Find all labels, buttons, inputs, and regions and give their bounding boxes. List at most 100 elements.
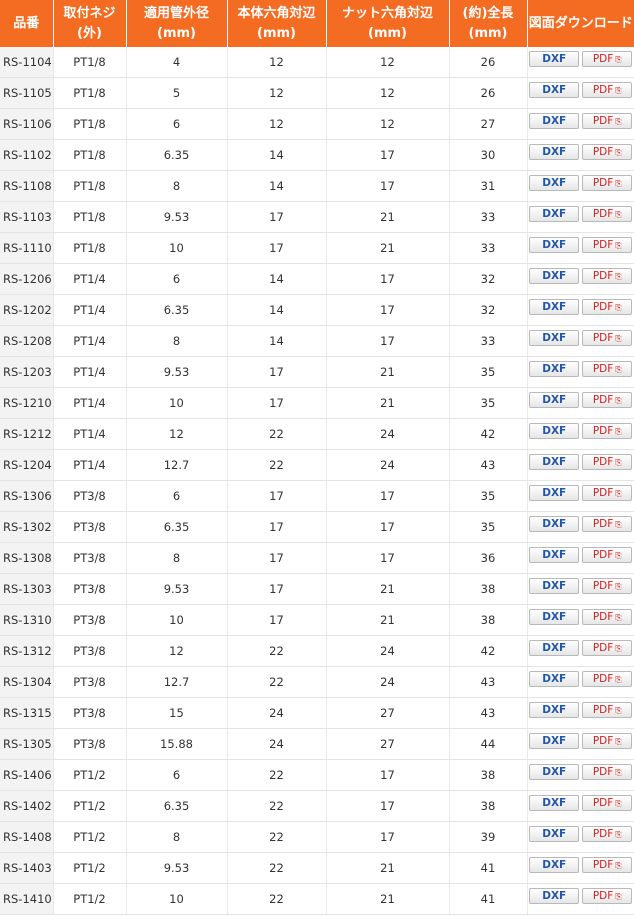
dxf-download-button[interactable]: DXF — [529, 578, 580, 594]
dxf-download-button[interactable]: DXF — [529, 826, 580, 842]
pdf-download-button[interactable]: PDF ⎘ — [582, 206, 633, 222]
tube-od-cell: 9.53 — [126, 852, 228, 884]
download-cell: DXF PDF ⎘ — [527, 883, 634, 915]
dxf-download-button[interactable]: DXF — [529, 330, 580, 346]
tube-od-cell: 6.35 — [126, 790, 228, 822]
pdf-download-button[interactable]: PDF ⎘ — [582, 671, 633, 687]
pdf-download-button[interactable]: PDF ⎘ — [582, 330, 633, 346]
pdf-download-button[interactable]: PDF ⎘ — [582, 857, 633, 873]
pdf-download-button[interactable]: PDF ⎘ — [582, 733, 633, 749]
download-cell: DXF PDF ⎘ — [527, 728, 634, 760]
length-cell: 31 — [449, 170, 528, 202]
length-cell: 42 — [449, 418, 528, 450]
pdf-file-icon: ⎘ — [615, 55, 622, 64]
part-number-cell: RS-1106 — [0, 108, 54, 140]
length-cell: 36 — [449, 542, 528, 574]
pdf-download-button[interactable]: PDF ⎘ — [582, 392, 633, 408]
download-cell: DXF PDF ⎘ — [527, 47, 634, 78]
pdf-download-button[interactable]: PDF ⎘ — [582, 826, 633, 842]
dxf-download-button[interactable]: DXF — [529, 857, 580, 873]
pdf-download-button[interactable]: PDF ⎘ — [582, 795, 633, 811]
dxf-download-button[interactable]: DXF — [529, 82, 580, 98]
body-hex-cell: 17 — [227, 201, 327, 233]
table-row: RS-1408 PT1/2 8 22 17 39 DXF PDF ⎘ — [0, 821, 634, 853]
dxf-download-button[interactable]: DXF — [529, 764, 580, 780]
dxf-download-button[interactable]: DXF — [529, 299, 580, 315]
dxf-download-button[interactable]: DXF — [529, 51, 580, 67]
pdf-button-label: PDF — [592, 53, 614, 65]
pdf-button-label: PDF — [592, 146, 614, 158]
dxf-download-button[interactable]: DXF — [529, 547, 580, 563]
dxf-download-button[interactable]: DXF — [529, 175, 580, 191]
length-cell: 38 — [449, 790, 528, 822]
pdf-download-button[interactable]: PDF ⎘ — [582, 516, 633, 532]
dxf-download-button[interactable]: DXF — [529, 609, 580, 625]
dxf-download-button[interactable]: DXF — [529, 454, 580, 470]
pdf-download-button[interactable]: PDF ⎘ — [582, 237, 633, 253]
dxf-download-button[interactable]: DXF — [529, 361, 580, 377]
pdf-download-button[interactable]: PDF ⎘ — [582, 361, 633, 377]
dxf-download-button[interactable]: DXF — [529, 113, 580, 129]
body-hex-cell: 14 — [227, 325, 327, 357]
part-number-cell: RS-1202 — [0, 294, 54, 326]
pdf-button-label: PDF — [592, 425, 614, 437]
pdf-download-button[interactable]: PDF ⎘ — [582, 454, 633, 470]
pdf-download-button[interactable]: PDF ⎘ — [582, 51, 633, 67]
body-hex-cell: 14 — [227, 263, 327, 295]
tube-od-cell: 12.7 — [126, 666, 228, 698]
dxf-download-button[interactable]: DXF — [529, 392, 580, 408]
pdf-download-button[interactable]: PDF ⎘ — [582, 82, 633, 98]
pdf-download-button[interactable]: PDF ⎘ — [582, 764, 633, 780]
body-hex-cell: 12 — [227, 47, 327, 78]
pdf-download-button[interactable]: PDF ⎘ — [582, 299, 633, 315]
pdf-download-button[interactable]: PDF ⎘ — [582, 702, 633, 718]
mount-thread-cell: PT1/4 — [53, 325, 127, 357]
tube-od-cell: 12 — [126, 635, 228, 667]
tube-od-cell: 10 — [126, 604, 228, 636]
dxf-download-button[interactable]: DXF — [529, 640, 580, 656]
dxf-download-button[interactable]: DXF — [529, 206, 580, 222]
dxf-download-button[interactable]: DXF — [529, 516, 580, 532]
table-header: 品番 取付ネジ (外) 適用管外径 (mm) 本体六角対辺 (mm) ナット六角対辺 (… — [0, 0, 634, 47]
body-hex-cell: 12 — [227, 77, 327, 109]
pdf-file-icon: ⎘ — [615, 582, 622, 591]
pdf-button-label: PDF — [592, 487, 614, 499]
pdf-download-button[interactable]: PDF ⎘ — [582, 609, 633, 625]
body-hex-cell: 22 — [227, 635, 327, 667]
dxf-download-button[interactable]: DXF — [529, 702, 580, 718]
pdf-download-button[interactable]: PDF ⎘ — [582, 888, 633, 904]
dxf-download-button[interactable]: DXF — [529, 795, 580, 811]
nut-hex-cell: 12 — [326, 47, 450, 78]
tube-od-cell: 9.53 — [126, 573, 228, 605]
dxf-download-button[interactable]: DXF — [529, 423, 580, 439]
pdf-download-button[interactable]: PDF ⎘ — [582, 175, 633, 191]
pdf-file-icon: ⎘ — [615, 644, 622, 653]
part-number-cell: RS-1403 — [0, 852, 54, 884]
dxf-download-button[interactable]: DXF — [529, 671, 580, 687]
body-hex-cell: 22 — [227, 821, 327, 853]
dxf-download-button[interactable]: DXF — [529, 733, 580, 749]
pdf-download-button[interactable]: PDF ⎘ — [582, 547, 633, 563]
pdf-file-icon: ⎘ — [615, 179, 622, 188]
pdf-button-label: PDF — [592, 208, 614, 220]
pdf-download-button[interactable]: PDF ⎘ — [582, 113, 633, 129]
pdf-download-button[interactable]: PDF ⎘ — [582, 578, 633, 594]
pdf-download-button[interactable]: PDF ⎘ — [582, 423, 633, 439]
dxf-download-button[interactable]: DXF — [529, 237, 580, 253]
body-hex-cell: 17 — [227, 356, 327, 388]
pdf-download-button[interactable]: PDF ⎘ — [582, 268, 633, 284]
mount-thread-cell: PT1/2 — [53, 759, 127, 791]
pdf-download-button[interactable]: PDF ⎘ — [582, 144, 633, 160]
pdf-button-label: PDF — [592, 859, 614, 871]
length-cell: 26 — [449, 77, 528, 109]
pdf-file-icon: ⎘ — [615, 148, 622, 157]
pdf-download-button[interactable]: PDF ⎘ — [582, 485, 633, 501]
dxf-download-button[interactable]: DXF — [529, 144, 580, 160]
dxf-download-button[interactable]: DXF — [529, 888, 580, 904]
download-cell: DXF PDF ⎘ — [527, 139, 634, 171]
dxf-download-button[interactable]: DXF — [529, 485, 580, 501]
download-cell: DXF PDF ⎘ — [527, 108, 634, 140]
length-cell: 35 — [449, 387, 528, 419]
dxf-download-button[interactable]: DXF — [529, 268, 580, 284]
pdf-download-button[interactable]: PDF ⎘ — [582, 640, 633, 656]
